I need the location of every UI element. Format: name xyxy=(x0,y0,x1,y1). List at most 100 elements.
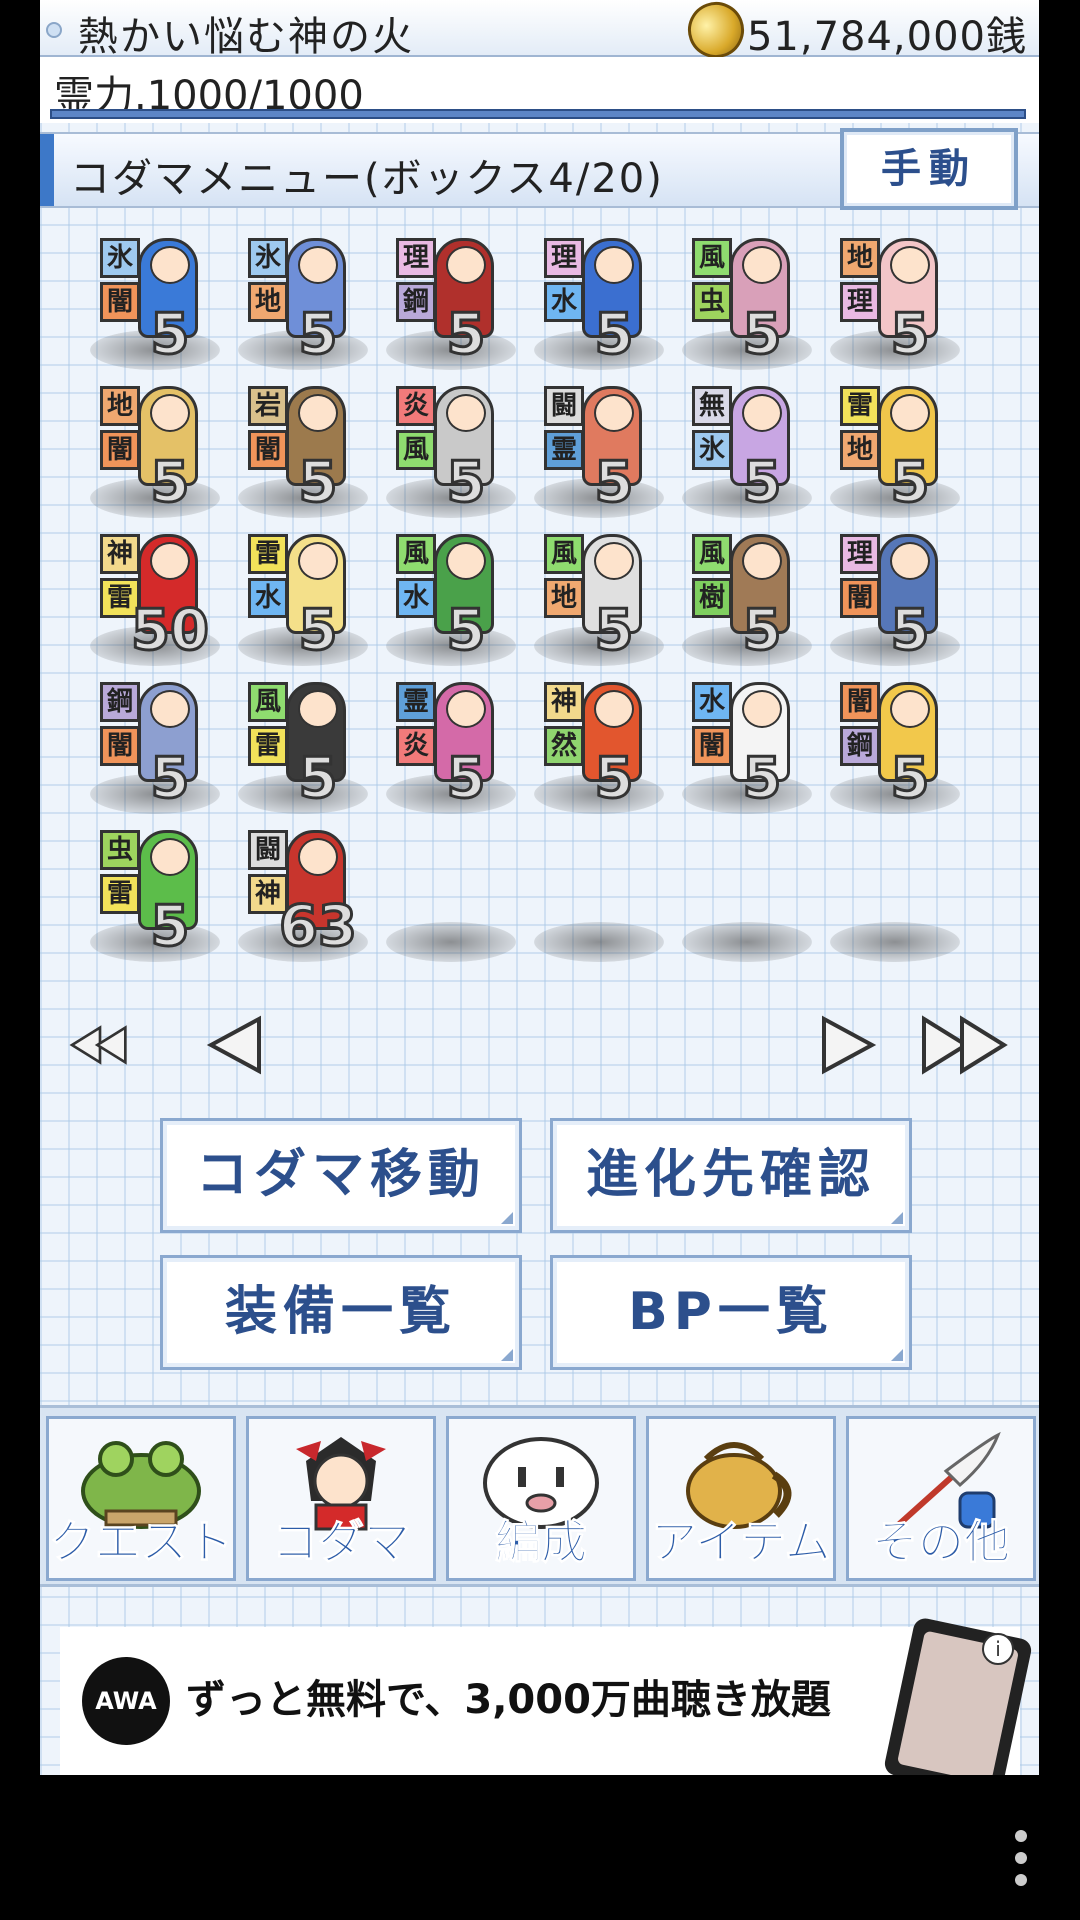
move-kodama-button[interactable]: コダマ移動 xyxy=(160,1118,522,1233)
slot-shadow xyxy=(386,922,516,962)
kodama-level: 5 xyxy=(741,449,783,517)
kodama-face xyxy=(150,246,190,284)
equipment-list-button[interactable]: 装備一覧 xyxy=(160,1255,522,1370)
kodama-slot[interactable]: 霊炎5 xyxy=(386,674,534,822)
kodama-slot[interactable]: 理鋼5 xyxy=(386,230,534,378)
kodama-face xyxy=(150,838,190,876)
element-type-tag: 風 xyxy=(544,534,584,574)
kodama-face xyxy=(298,542,338,580)
kodama-level: 5 xyxy=(889,301,931,369)
kodama-slot[interactable]: 闘霊5 xyxy=(534,378,682,526)
first-page-button[interactable] xyxy=(68,1015,128,1075)
kodama-slot[interactable]: 神然5 xyxy=(534,674,682,822)
slot-shadow xyxy=(682,922,812,962)
kodama-slot[interactable]: 風樹5 xyxy=(682,526,830,674)
element-type-tag: 虫 xyxy=(100,830,140,870)
kodama-slot[interactable]: 岩闇5 xyxy=(238,378,386,526)
slot-shadow xyxy=(534,922,664,962)
element-type-tag: 理 xyxy=(544,238,584,278)
kodama-level: 5 xyxy=(741,597,783,665)
element-type-tag: 理 xyxy=(840,534,880,574)
awa-logo: AWA xyxy=(82,1657,170,1745)
kodama-level: 5 xyxy=(297,449,339,517)
kodama-slot[interactable]: 神雷 50 xyxy=(90,526,238,674)
element-type-tag: 風 xyxy=(248,682,288,722)
ad-info-icon[interactable]: i xyxy=(982,1633,1014,1665)
kodama-level: 5 xyxy=(149,745,191,813)
kodama-slot[interactable]: 無氷5 xyxy=(682,378,830,526)
kodama-level: 5 xyxy=(445,301,487,369)
empty-slot[interactable] xyxy=(534,822,682,970)
kodama-face xyxy=(594,394,634,432)
element-type-tag: 神 xyxy=(544,682,584,722)
status-header: 熱かい悩む神の火 51,784,000銭 xyxy=(40,0,1039,66)
element-type-tag: 闘 xyxy=(248,830,288,870)
kodama-level: 63 xyxy=(278,893,359,961)
kodama-level: 5 xyxy=(889,449,931,517)
next-page-button[interactable] xyxy=(818,1015,878,1075)
element-type-tag: 風 xyxy=(692,238,732,278)
nav-item[interactable]: アイテム xyxy=(646,1416,836,1581)
kodama-slot[interactable]: 炎風5 xyxy=(386,378,534,526)
nav-quest[interactable]: クエスト xyxy=(46,1416,236,1581)
prev-page-button[interactable] xyxy=(205,1015,265,1075)
kodama-slot[interactable]: 氷地5 xyxy=(238,230,386,378)
kodama-face xyxy=(298,838,338,876)
kodama-slot[interactable]: 理水5 xyxy=(534,230,682,378)
empty-slot[interactable] xyxy=(830,822,978,970)
element-type-tag: 無 xyxy=(692,386,732,426)
kodama-slot[interactable]: 闘神 63 xyxy=(238,822,386,970)
manual-button[interactable]: 手動 xyxy=(840,128,1018,210)
element-type-tag: 岩 xyxy=(248,386,288,426)
kodama-slot[interactable]: 風虫5 xyxy=(682,230,830,378)
kodama-slot[interactable]: 地理5 xyxy=(830,230,978,378)
left-arrow-icon xyxy=(206,1015,261,1075)
kodama-level: 50 xyxy=(130,597,211,665)
kodama-slot[interactable]: 風水5 xyxy=(386,526,534,674)
bp-list-button[interactable]: BP一覧 xyxy=(550,1255,912,1370)
ad-banner[interactable]: AWA ずっと無料で、3,000万曲聴き放題 i xyxy=(60,1616,1034,1775)
nav-other[interactable]: その他 xyxy=(846,1416,1036,1581)
kodama-face xyxy=(298,246,338,284)
kodama-slot[interactable]: 水闇5 xyxy=(682,674,830,822)
element-type-tag: 炎 xyxy=(396,386,436,426)
menu-title: コダマメニュー(ボックス4/20) xyxy=(70,156,664,202)
kodama-face xyxy=(890,246,930,284)
kodama-slot[interactable]: 理闇5 xyxy=(830,526,978,674)
kodama-face xyxy=(150,690,190,728)
kodama-level: 5 xyxy=(297,301,339,369)
element-type-tag: 雷 xyxy=(840,386,880,426)
kodama-slot[interactable]: 雷水5 xyxy=(238,526,386,674)
kodama-level: 5 xyxy=(445,745,487,813)
evolution-check-button[interactable]: 進化先確認 xyxy=(550,1118,912,1233)
element-type-tag: 氷 xyxy=(248,238,288,278)
kodama-level: 5 xyxy=(149,301,191,369)
kodama-slot[interactable]: 闇鋼5 xyxy=(830,674,978,822)
element-type-tag: 水 xyxy=(692,682,732,722)
kodama-face xyxy=(890,690,930,728)
nav-kodama-label: コダマ xyxy=(272,1515,411,1570)
nav-item-label: アイテム xyxy=(651,1515,831,1570)
element-type-tag: 地 xyxy=(100,386,140,426)
kodama-face xyxy=(890,394,930,432)
overflow-menu-icon[interactable] xyxy=(1012,1830,1030,1896)
ad-text: ずっと無料で、3,000万曲聴き放題 xyxy=(186,1677,831,1723)
kodama-slot[interactable]: 風地5 xyxy=(534,526,682,674)
kodama-face xyxy=(298,394,338,432)
last-page-button[interactable] xyxy=(920,1015,1010,1075)
empty-slot[interactable] xyxy=(682,822,830,970)
kodama-slot[interactable]: 鋼闇5 xyxy=(90,674,238,822)
kodama-face xyxy=(594,246,634,284)
kodama-face xyxy=(742,246,782,284)
kodama-level: 5 xyxy=(593,597,635,665)
nav-kodama[interactable]: コダマ xyxy=(246,1416,436,1581)
kodama-slot[interactable]: 風雷5 xyxy=(238,674,386,822)
empty-slot[interactable] xyxy=(386,822,534,970)
kodama-slot[interactable]: 地闇5 xyxy=(90,378,238,526)
kodama-slot[interactable]: 氷闇5 xyxy=(90,230,238,378)
game-screen: 熱かい悩む神の火 51,784,000銭 霊力.1000/1000 コダマメニュ… xyxy=(40,0,1039,1775)
kodama-slot[interactable]: 雷地5 xyxy=(830,378,978,526)
kodama-slot[interactable]: 虫雷5 xyxy=(90,822,238,970)
kodama-face xyxy=(298,690,338,728)
nav-formation[interactable]: 編成 xyxy=(446,1416,636,1581)
